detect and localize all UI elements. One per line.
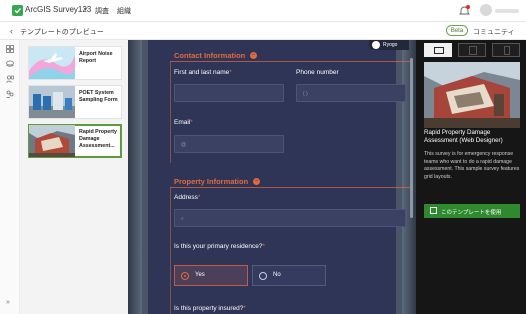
radio-label: Yes xyxy=(195,272,205,278)
phone-input[interactable]: ( ) xyxy=(296,84,406,102)
survey-form: Contact Information − First and last nam… xyxy=(148,40,410,314)
template-card[interactable]: POET System Sampling Form xyxy=(28,85,122,119)
first-last-name-input[interactable] xyxy=(174,84,284,102)
people-icon[interactable] xyxy=(6,75,14,83)
desktop-icon xyxy=(434,47,444,54)
tablet-view-button[interactable] xyxy=(458,43,486,57)
community-link[interactable]: コミュニティ xyxy=(473,27,515,37)
phone-icon xyxy=(504,46,510,55)
left-rail: » xyxy=(0,40,20,314)
nav-surveys[interactable]: 調査 xyxy=(95,6,109,16)
sub-header: ‹ テンプレートのプレビュー Beta コミュニティ xyxy=(0,22,526,40)
use-template-button[interactable]: このテンプレートを使用 xyxy=(424,204,520,218)
template-name: Airport Noise Report xyxy=(79,51,113,64)
tablet-icon xyxy=(469,46,477,55)
collapse-icon[interactable]: − xyxy=(250,52,257,59)
grid-icon[interactable] xyxy=(6,45,14,53)
section-property-title[interactable]: Property Information xyxy=(174,177,248,186)
nav-organization[interactable]: 組織 xyxy=(117,6,131,16)
radio-option-yes[interactable]: Yes xyxy=(174,265,248,286)
survey123-logo-icon[interactable] xyxy=(12,5,23,16)
avatar[interactable] xyxy=(480,4,492,16)
page-title: テンプレートのプレビュー xyxy=(20,29,104,36)
address-label: Address* xyxy=(174,194,201,201)
email-label: Email* xyxy=(174,119,193,126)
beta-badge[interactable]: Beta xyxy=(446,25,468,36)
template-name: POET System Sampling Form xyxy=(79,90,118,103)
template-name: Rapid Property Damage Assessment... xyxy=(79,129,117,149)
template-description: This survey is for emergency response te… xyxy=(424,151,520,180)
notification-dot xyxy=(466,5,470,9)
radio-label: No xyxy=(273,272,281,278)
share-users-icon[interactable] xyxy=(6,90,14,98)
template-thumbnail xyxy=(29,125,75,157)
back-icon[interactable]: ‹ xyxy=(10,26,13,36)
phone-hint: ( ) xyxy=(303,91,308,97)
top-bar: ArcGIS Survey123 ▾ 調査 組織 xyxy=(0,0,526,22)
use-template-label: このテンプレートを使用 xyxy=(441,210,502,216)
radio-selected-icon xyxy=(181,272,189,280)
template-preview-image xyxy=(424,62,520,128)
collapse-icon[interactable]: − xyxy=(253,178,260,185)
scrollbar[interactable] xyxy=(410,58,413,218)
radio-empty-icon xyxy=(259,272,267,280)
email-input[interactable]: @ xyxy=(174,135,284,153)
section-contact-title[interactable]: Contact Information xyxy=(174,51,245,60)
chevron-down-icon[interactable]: ▾ xyxy=(84,6,87,13)
avatar xyxy=(372,41,380,49)
address-input[interactable]: ⌕ xyxy=(174,209,406,227)
expand-icon[interactable]: » xyxy=(6,299,10,306)
template-title: Rapid Property Damage Assessment (Web De… xyxy=(424,129,503,144)
form-preview: Contact Information − First and last nam… xyxy=(128,40,416,314)
device-switcher xyxy=(424,43,520,57)
email-hint: @ xyxy=(181,142,187,148)
template-thumbnail xyxy=(29,47,75,79)
phone-label: Phone number xyxy=(296,69,339,76)
insured-label: Is this property insured?* xyxy=(174,305,246,312)
section-divider xyxy=(170,187,410,188)
desktop-view-button[interactable] xyxy=(424,43,452,57)
app-title[interactable]: ArcGIS Survey123 xyxy=(25,5,91,14)
phone-view-button[interactable] xyxy=(492,43,520,57)
section-divider xyxy=(170,61,410,62)
template-thumbnail xyxy=(29,86,75,118)
account-name: Ryogo xyxy=(383,42,398,48)
preview-details-panel: Rapid Property Damage Assessment (Web De… xyxy=(416,40,526,314)
user-name-redacted[interactable] xyxy=(495,9,519,13)
background-image xyxy=(402,40,416,314)
radio-option-no[interactable]: No xyxy=(252,265,326,286)
template-card[interactable]: Airport Noise Report xyxy=(28,46,122,80)
template-icon xyxy=(430,207,437,214)
primary-residence-label: Is this your primary residence?* xyxy=(174,243,266,250)
layers-icon[interactable] xyxy=(6,60,14,68)
template-card-selected[interactable]: Rapid Property Damage Assessment... xyxy=(28,124,122,158)
search-icon: ⌕ xyxy=(181,216,184,222)
template-list: Airport Noise Report POET System Samplin… xyxy=(20,40,128,314)
section-bracket xyxy=(170,61,171,163)
section-bracket xyxy=(170,187,171,314)
first-last-name-label: First and last name* xyxy=(174,69,232,76)
background-image xyxy=(128,40,142,314)
